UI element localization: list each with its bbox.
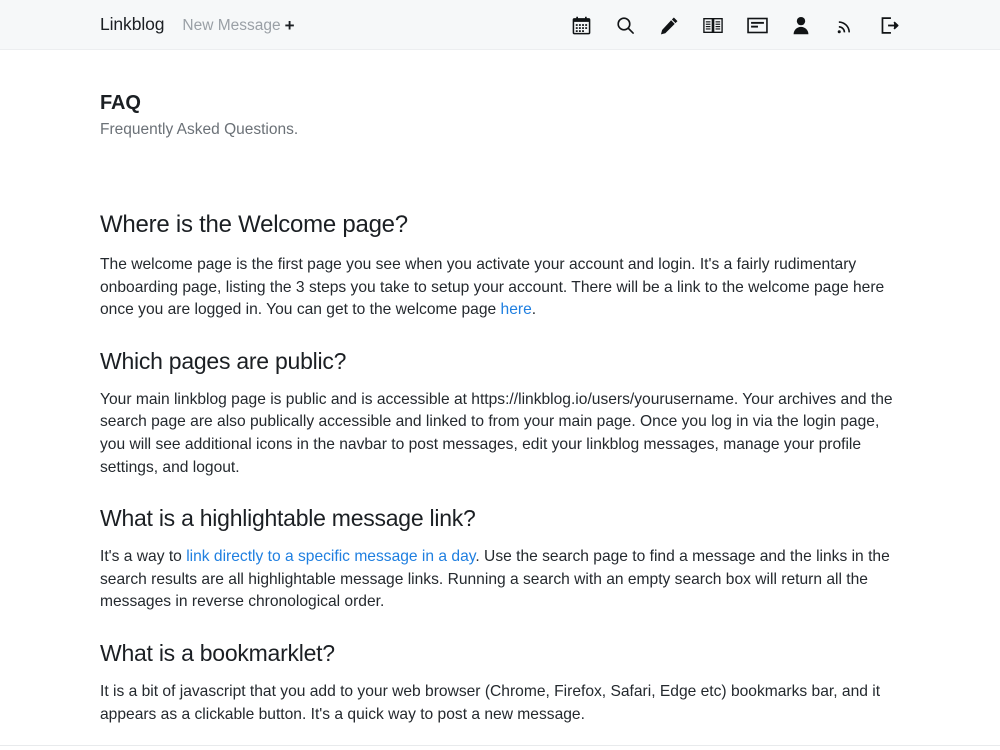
navbar-left: Linkblog New Message + [100,14,295,35]
book-icon[interactable] [702,14,724,36]
logout-icon[interactable] [878,14,900,36]
faq-answer: Your main linkblog page is public and is… [100,389,900,479]
page-content: FAQ Frequently Asked Questions. Where is… [0,50,1000,726]
plus-icon: + [284,16,295,35]
faq-answer: It is a bit of javascript that you add t… [100,681,900,726]
faq-answer-link[interactable]: here [501,301,532,318]
pencil-icon[interactable] [658,14,680,36]
faq-answer-text: The welcome page is the first page you s… [100,256,885,319]
rss-icon[interactable] [834,14,856,36]
faq-question: What is a highlightable message link? [100,505,476,532]
faq-list: Where is the Welcome page? The welcome p… [100,211,900,726]
faq-answer: The welcome page is the first page you s… [100,254,900,322]
page-subtitle: Frequently Asked Questions. [100,121,299,138]
navbar-icons [570,0,900,50]
page-header: FAQ Frequently Asked Questions. [100,50,900,139]
faq-item: Which pages are public? Your main linkbl… [100,348,900,479]
new-message-button[interactable]: New Message + [182,16,294,35]
calendar-icon[interactable] [570,14,592,36]
faq-item: What is a highlightable message link? It… [100,505,900,614]
faq-question: What is a bookmarklet? [100,639,335,666]
card-icon[interactable] [746,14,768,36]
faq-answer-text: Your main linkblog page is public and is… [100,390,893,476]
page-title: FAQ [100,92,141,114]
new-message-label: New Message [182,17,281,34]
faq-question: Where is the Welcome page? [100,211,408,238]
search-icon[interactable] [614,14,636,36]
user-icon[interactable] [790,14,812,36]
faq-answer-link[interactable]: link directly to a specific message in a… [186,548,475,565]
brand-logo[interactable]: Linkblog [100,14,164,35]
page-divider [0,745,1000,746]
faq-question: Which pages are public? [100,347,347,374]
faq-item: What is a bookmarklet? It is a bit of ja… [100,640,900,726]
faq-item: Where is the Welcome page? The welcome p… [100,211,900,322]
navbar: Linkblog New Message + [0,0,1000,50]
faq-answer-text-tail: . [531,301,537,319]
faq-answer-text: It's a way to [100,548,187,566]
faq-answer-text: It is a bit of javascript that you add t… [100,682,881,723]
faq-answer: It's a way to link directly to a specifi… [100,546,900,614]
